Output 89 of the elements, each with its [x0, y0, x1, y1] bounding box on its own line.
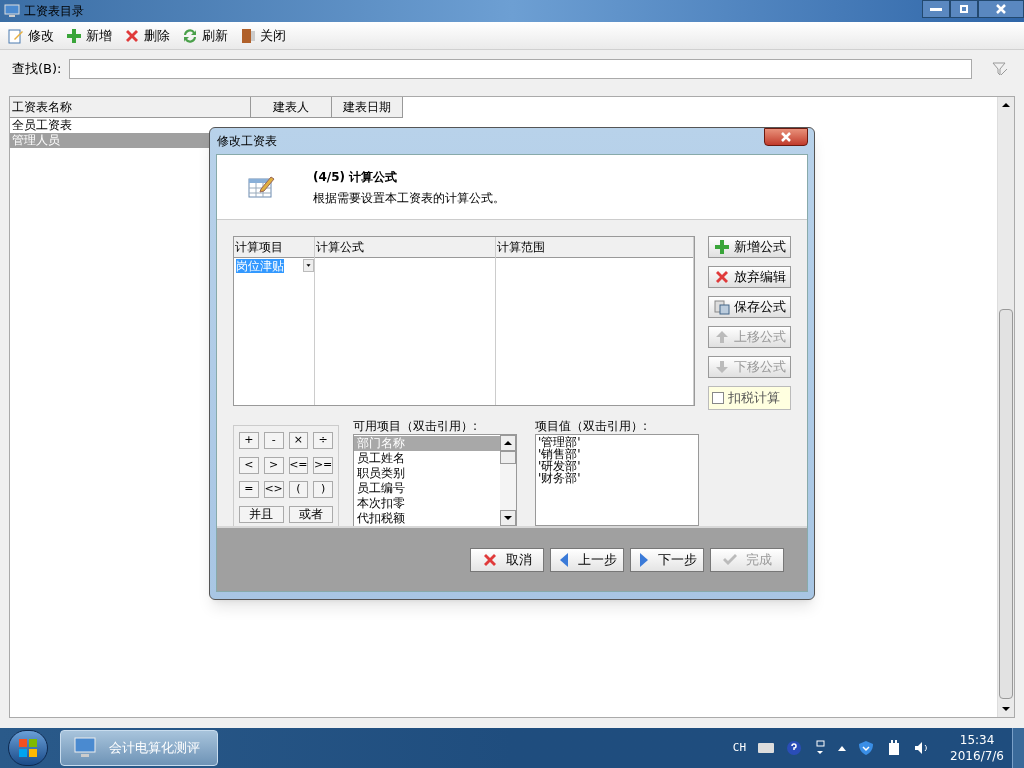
side-button[interactable]: 放弃编辑	[708, 266, 791, 288]
plus-icon	[66, 27, 82, 44]
toolbar-button[interactable]: 删除	[124, 25, 170, 46]
operator-button[interactable]: )	[313, 481, 333, 498]
column-header[interactable]: 建表人	[251, 97, 332, 118]
close-icon	[482, 551, 498, 568]
operator-button[interactable]: ×	[288, 432, 309, 449]
list-item[interactable]: 职员类别	[354, 466, 500, 481]
footer-button[interactable]: 取消	[470, 547, 544, 572]
right-triangle-icon	[637, 551, 650, 568]
checkbox[interactable]	[712, 392, 724, 404]
toolbar-button[interactable]: 修改	[8, 25, 54, 46]
operator-button[interactable]: =	[239, 481, 259, 498]
down-arrow-icon	[1002, 705, 1010, 713]
minimize-button[interactable]	[922, 0, 950, 18]
door-icon	[240, 27, 256, 44]
step-description: 根据需要设置本工资表的计算公式。	[313, 189, 505, 207]
close-icon	[780, 131, 792, 143]
close-icon	[995, 3, 1007, 15]
caret-icon	[303, 259, 314, 272]
edit-icon	[8, 27, 24, 44]
toolbar-button[interactable]: 刷新	[182, 25, 228, 46]
table-cell[interactable]: 全员工资表	[10, 118, 251, 133]
help-icon[interactable]	[786, 740, 803, 756]
clock-date: 2016/7/6	[950, 748, 1004, 764]
search-label: 查找(B):	[12, 60, 62, 79]
tax-checkbox[interactable]: 扣税计算	[708, 386, 791, 410]
operator-button[interactable]: ÷	[313, 432, 333, 449]
shield-icon[interactable]	[858, 740, 875, 756]
start-button[interactable]	[8, 730, 48, 766]
restore-button[interactable]	[950, 0, 978, 18]
operator-button[interactable]: >=	[313, 456, 333, 474]
operator-button[interactable]: +	[239, 432, 259, 449]
scrollbar-thumb[interactable]	[500, 451, 516, 464]
clock[interactable]: 15:34 2016/7/6	[950, 732, 1004, 764]
step-title: (4/5) 计算公式	[313, 168, 399, 186]
scrollbar[interactable]	[997, 97, 1014, 717]
language-indicator[interactable]: CH	[732, 739, 747, 757]
footer-button[interactable]: 下一步	[630, 547, 704, 572]
side-button[interactable]: 保存公式	[708, 296, 791, 318]
operator-button[interactable]: 或者	[288, 505, 333, 523]
window-switch-icon[interactable]	[814, 740, 827, 756]
operator-button[interactable]: <	[239, 456, 259, 474]
item-value[interactable]: '研发部'	[538, 460, 698, 472]
search-field[interactable]	[69, 59, 972, 79]
operator-button[interactable]: -	[263, 432, 284, 449]
refresh-icon	[182, 27, 198, 44]
list-item[interactable]: 本次扣零	[354, 496, 500, 511]
list-item[interactable]: 代扣税额	[354, 511, 500, 526]
item-value[interactable]: '财务部'	[538, 472, 698, 484]
scrollbar[interactable]	[500, 435, 516, 526]
column-header[interactable]: 计算范围	[496, 237, 693, 258]
item-values-label: 项目值（双击引用）:	[535, 419, 649, 434]
close-icon	[124, 27, 140, 44]
operator-button[interactable]: 并且	[239, 505, 284, 523]
toolbar-button[interactable]: 关闭	[240, 25, 286, 46]
keyboard-icon[interactable]	[758, 742, 775, 754]
plus-icon	[713, 239, 730, 255]
windows-logo-icon	[18, 738, 38, 758]
scrollbar-thumb[interactable]	[999, 309, 1013, 699]
side-button[interactable]: 新增公式	[708, 236, 791, 258]
up-triangle-icon[interactable]	[838, 744, 847, 752]
save-icon	[713, 299, 730, 315]
up-arrow-icon	[1002, 101, 1010, 109]
item-value[interactable]: '管理部'	[538, 436, 698, 448]
footer-button[interactable]: 上一步	[550, 547, 624, 572]
dropdown-value: 岗位津贴	[236, 258, 284, 273]
operator-button[interactable]: <>	[263, 481, 284, 498]
close-button[interactable]	[764, 128, 808, 146]
available-items-label: 可用项目（双击引用）:	[353, 419, 479, 434]
operator-button[interactable]: <=	[288, 456, 309, 474]
up-arrow-icon	[504, 439, 512, 447]
column-header[interactable]: 建表日期	[332, 97, 403, 118]
monitor-icon	[73, 736, 97, 760]
clock-time: 15:34	[959, 732, 995, 748]
column-header[interactable]: 工资表名称	[10, 97, 251, 118]
column-header[interactable]: 计算公式	[315, 237, 495, 258]
monitor-icon	[4, 3, 20, 19]
column-header[interactable]: 计算项目	[234, 237, 314, 258]
check-icon	[722, 551, 738, 568]
toolbar-button[interactable]: 新增	[66, 25, 112, 46]
list-item[interactable]: 员工编号	[354, 481, 500, 496]
item-value[interactable]: '销售部'	[538, 448, 698, 460]
close-button[interactable]	[978, 0, 1024, 18]
operator-button[interactable]: >	[263, 456, 284, 474]
list-item[interactable]: 员工姓名	[354, 451, 500, 466]
operator-button[interactable]: (	[288, 481, 309, 498]
down-arrow-icon	[504, 514, 512, 522]
window-title: 工资表目录	[24, 3, 84, 20]
